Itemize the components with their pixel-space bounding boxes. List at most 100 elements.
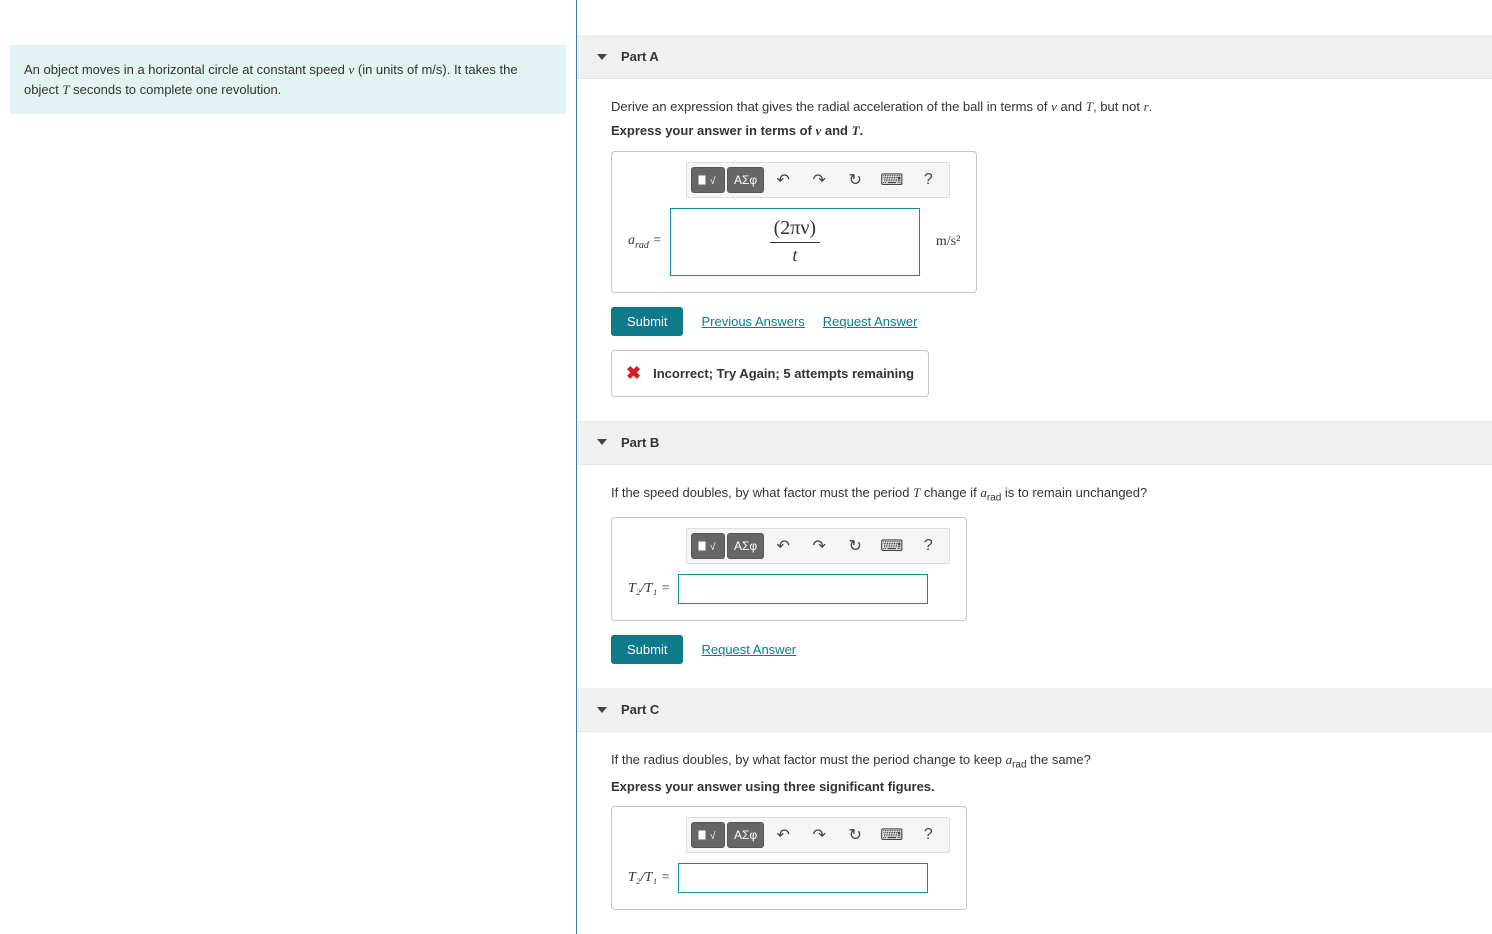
greek-button[interactable]: ΑΣφ	[727, 167, 764, 193]
help-icon[interactable]: ?	[911, 167, 945, 193]
redo-icon[interactable]: ↷	[802, 822, 836, 848]
var: T	[1086, 99, 1093, 114]
part-a-prompt: Derive an expression that gives the radi…	[611, 97, 1458, 117]
text: seconds to complete one revolution.	[70, 82, 282, 97]
equation-label: T₂/T₁ =	[628, 870, 670, 886]
part-b-prompt: If the speed doubles, by what factor mus…	[611, 483, 1458, 506]
text: If the speed doubles, by what factor mus…	[611, 485, 913, 500]
text: (in units of	[354, 62, 421, 77]
template-button[interactable]: √	[691, 822, 725, 848]
undo-icon[interactable]: ↶	[766, 533, 800, 559]
text: .	[1149, 99, 1153, 114]
sub: rad	[987, 492, 1001, 503]
text: Derive an expression that gives the radi…	[611, 99, 1051, 114]
text: , but not	[1093, 99, 1144, 114]
text: Express your answer in terms of	[611, 123, 815, 138]
equation-label: arad =	[628, 233, 662, 251]
reset-icon[interactable]: ↻	[838, 167, 872, 193]
fraction-denominator: t	[784, 243, 805, 268]
fraction-numerator: (2πν)	[766, 215, 824, 242]
text: An object moves in a horizontal circle a…	[24, 62, 348, 77]
keyboard-icon[interactable]: ⌨	[874, 533, 909, 559]
var: T₂/T₁	[628, 581, 657, 596]
problem-column: An object moves in a horizontal circle a…	[0, 0, 577, 934]
part-title: Part A	[621, 49, 659, 64]
template-button[interactable]: √	[691, 533, 725, 559]
equation-input[interactable]: (2πν) t	[670, 208, 920, 276]
feedback-box: ✖ Incorrect; Try Again; 5 attempts remai…	[611, 350, 929, 397]
text: and	[821, 123, 851, 138]
request-answer-link[interactable]: Request Answer	[701, 642, 796, 657]
submit-button[interactable]: Submit	[611, 307, 683, 336]
sub: rad	[635, 239, 649, 250]
redo-icon[interactable]: ↷	[802, 533, 836, 559]
equals: =	[649, 233, 662, 248]
part-c-header[interactable]: Part C	[577, 688, 1492, 732]
text: m/s	[421, 62, 442, 77]
text: is to remain unchanged?	[1001, 485, 1147, 500]
help-icon[interactable]: ?	[911, 822, 945, 848]
actions-row: Submit Previous Answers Request Answer	[611, 307, 1458, 336]
part-c-body: If the radius doubles, by what factor mu…	[577, 732, 1492, 934]
part-title: Part C	[621, 702, 659, 717]
request-answer-link[interactable]: Request Answer	[823, 314, 918, 329]
keyboard-icon[interactable]: ⌨	[874, 167, 909, 193]
part-c-instruction: Express your answer using three signific…	[611, 779, 1458, 794]
equation-toolbar: √ ΑΣφ ↶ ↷ ↻ ⌨ ?	[686, 162, 950, 198]
chevron-down-icon	[597, 707, 607, 713]
redo-icon[interactable]: ↷	[802, 167, 836, 193]
svg-text:√: √	[710, 830, 716, 842]
submit-button[interactable]: Submit	[611, 635, 683, 664]
text: and	[1057, 99, 1086, 114]
feedback-text: Incorrect; Try Again; 5 attempts remaini…	[653, 366, 914, 381]
actions-row: Submit Request Answer	[611, 635, 1458, 664]
equation-toolbar: √ ΑΣφ ↶ ↷ ↻ ⌨ ?	[686, 528, 950, 564]
part-c-prompt: If the radius doubles, by what factor mu…	[611, 750, 1458, 773]
incorrect-icon: ✖	[626, 363, 641, 384]
part-b-body: If the speed doubles, by what factor mus…	[577, 465, 1492, 689]
answer-row: T₂/T₁ =	[628, 574, 950, 604]
chevron-down-icon	[597, 54, 607, 60]
template-button[interactable]: √	[691, 167, 725, 193]
part-a-header[interactable]: Part A	[577, 35, 1492, 79]
part-title: Part B	[621, 435, 659, 450]
keyboard-icon[interactable]: ⌨	[874, 822, 909, 848]
var: a	[628, 233, 635, 248]
undo-icon[interactable]: ↶	[766, 822, 800, 848]
answer-card-a: √ ΑΣφ ↶ ↷ ↻ ⌨ ? arad = (2πν)	[611, 151, 977, 293]
equals: =	[657, 870, 670, 885]
part-a-instruction: Express your answer in terms of v and T.	[611, 123, 1458, 139]
greek-button[interactable]: ΑΣφ	[727, 822, 764, 848]
previous-answers-link[interactable]: Previous Answers	[701, 314, 804, 329]
answer-column: Part A Derive an expression that gives t…	[577, 0, 1492, 934]
greek-button[interactable]: ΑΣφ	[727, 533, 764, 559]
undo-icon[interactable]: ↶	[766, 167, 800, 193]
equation-input[interactable]	[678, 574, 928, 604]
var: T	[852, 123, 860, 138]
part-a-body: Derive an expression that gives the radi…	[577, 79, 1492, 421]
text: the same?	[1027, 752, 1091, 767]
reset-icon[interactable]: ↻	[838, 822, 872, 848]
problem-statement: An object moves in a horizontal circle a…	[10, 45, 566, 114]
answer-row: T₂/T₁ =	[628, 863, 950, 893]
part-b-header[interactable]: Part B	[577, 421, 1492, 465]
equation-toolbar: √ ΑΣφ ↶ ↷ ↻ ⌨ ?	[686, 817, 950, 853]
reset-icon[interactable]: ↻	[838, 533, 872, 559]
text: .	[860, 123, 864, 138]
answer-card-c: √ ΑΣφ ↶ ↷ ↻ ⌨ ? T₂/T₁ =	[611, 806, 967, 910]
svg-text:√: √	[710, 175, 716, 187]
equation-label: T₂/T₁ =	[628, 581, 670, 597]
chevron-down-icon	[597, 439, 607, 445]
text: If the radius doubles, by what factor mu…	[611, 752, 1006, 767]
equation-input[interactable]	[678, 863, 928, 893]
svg-text:√: √	[710, 541, 716, 553]
answer-row: arad = (2πν) t m/s²	[628, 208, 960, 276]
answer-card-b: √ ΑΣφ ↶ ↷ ↻ ⌨ ? T₂/T₁ =	[611, 517, 967, 621]
var: T₂/T₁	[628, 870, 657, 885]
units-label: m/s²	[936, 234, 960, 250]
text: change if	[920, 485, 980, 500]
equals: =	[657, 581, 670, 596]
var-t: T	[62, 82, 69, 97]
sub: rad	[1012, 760, 1026, 771]
help-icon[interactable]: ?	[911, 533, 945, 559]
